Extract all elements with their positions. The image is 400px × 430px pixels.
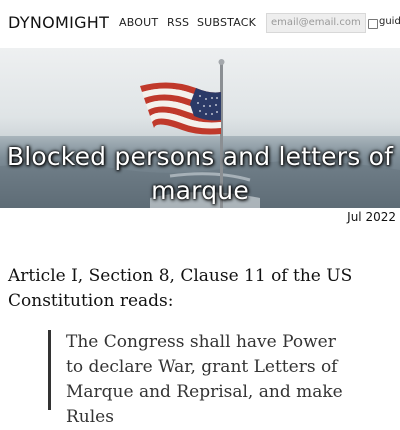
site-logo-link[interactable]: DYNOMIGHT (8, 13, 109, 32)
guide-checkbox[interactable] (368, 19, 378, 29)
top-nav-bar: DYNOMIGHT ABOUT RSS SUBSTACK email@email… (0, 0, 400, 48)
post-date: Jul 2022 (347, 210, 396, 224)
hero-banner: Blocked persons and letters of marque (0, 48, 400, 208)
nav-rss-link[interactable]: RSS (167, 16, 189, 29)
post-title: Blocked persons and letters of marque (6, 142, 394, 205)
intro-paragraph: Article I, Section 8, Clause 11 of the U… (8, 266, 353, 311)
email-input[interactable]: email@email.com (266, 13, 366, 33)
guide-checkbox-label: guid (379, 16, 400, 27)
nav-about-link[interactable]: ABOUT (119, 16, 158, 29)
nav-substack-link[interactable]: SUBSTACK (197, 16, 256, 29)
constitution-quote: The Congress shall have Power to declare… (48, 330, 348, 427)
